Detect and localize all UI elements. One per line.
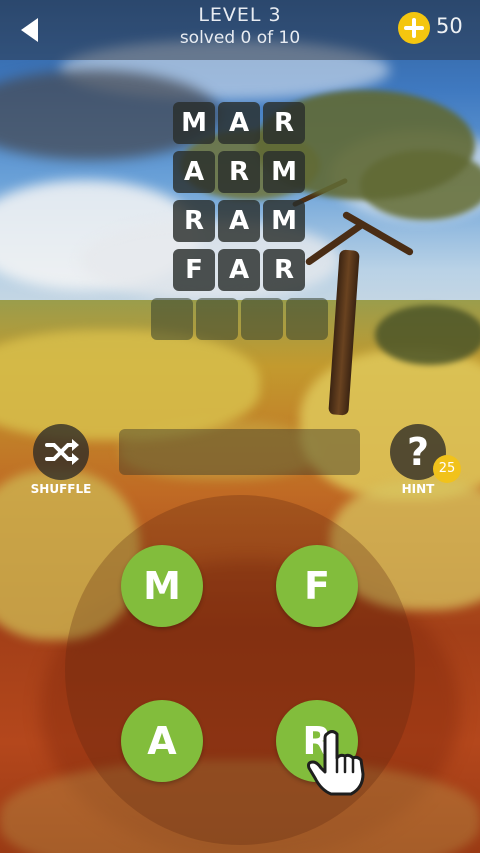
letter-tile: A: [218, 249, 260, 291]
empty-tile: [196, 298, 238, 340]
hint-label: HINT: [401, 482, 435, 496]
current-word-display: [119, 429, 360, 475]
hint-cost-badge: 25: [433, 455, 461, 483]
coin-balance-button[interactable]: 50: [398, 11, 474, 45]
word-row: M A R: [173, 102, 305, 144]
letter-tile: M: [263, 151, 305, 193]
letter-tile: R: [263, 249, 305, 291]
letter-tile: A: [218, 102, 260, 144]
empty-tile: [286, 298, 328, 340]
letter-button-m[interactable]: M: [121, 545, 203, 627]
coin-plus-icon: [398, 12, 430, 44]
letter-tile: R: [218, 151, 260, 193]
word-row: F A R: [173, 249, 305, 291]
letter-tile: M: [173, 102, 215, 144]
empty-tile: [151, 298, 193, 340]
letter-tile: A: [218, 200, 260, 242]
word-row: R A M: [173, 200, 305, 242]
letter-tile: R: [263, 102, 305, 144]
bush: [375, 305, 480, 365]
word-row: A R M: [173, 151, 305, 193]
letter-button-a[interactable]: A: [121, 700, 203, 782]
pointing-hand-icon: [307, 730, 365, 796]
shuffle-button[interactable]: [33, 424, 89, 480]
shuffle-label: SHUFFLE: [30, 482, 92, 496]
shuffle-icon: [45, 439, 79, 465]
letter-tile: R: [173, 200, 215, 242]
empty-tile: [241, 298, 283, 340]
letter-tile: F: [173, 249, 215, 291]
coin-count: 50: [436, 14, 463, 38]
word-row-unsolved: [151, 298, 328, 340]
letter-tile: A: [173, 151, 215, 193]
top-bar: LEVEL 3 solved 0 of 10 50: [0, 0, 480, 60]
letter-tile: M: [263, 200, 305, 242]
letter-button-f[interactable]: F: [276, 545, 358, 627]
